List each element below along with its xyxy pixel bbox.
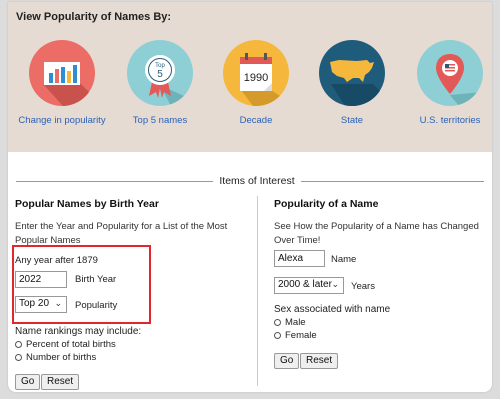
divider-line xyxy=(301,181,484,182)
name-reset-button[interactable]: Reset xyxy=(300,353,339,369)
items-of-interest-header: Items of Interest xyxy=(8,172,492,192)
years-select[interactable]: 2000 & later ⌄ xyxy=(274,277,344,294)
name-go-button[interactable]: Go xyxy=(274,353,300,369)
popularity-of-name-description: See How the Popularity of a Name has Cha… xyxy=(274,221,479,246)
category-label[interactable]: State xyxy=(304,115,400,126)
category-change-in-popularity[interactable]: Change in popularity xyxy=(14,40,110,126)
divider-line xyxy=(16,181,213,182)
sex-label: Sex associated with name xyxy=(274,304,391,315)
badge-number-text: 5 xyxy=(157,69,163,80)
chevron-down-icon: ⌄ xyxy=(331,279,339,289)
calendar-year-text: 1990 xyxy=(244,72,268,84)
birth-year-reset-button[interactable]: Reset xyxy=(41,374,80,390)
years-label: Years xyxy=(351,281,375,292)
category-decade[interactable]: 1990 Decade xyxy=(208,40,304,126)
birth-year-section: Popular Names by Birth Year Enter the Ye… xyxy=(15,198,251,248)
popularity-selected-value: Top 20 xyxy=(19,298,50,309)
year-hint: Any year after 1879 xyxy=(15,255,98,266)
items-of-interest-title: Items of Interest xyxy=(219,175,295,187)
option-female[interactable]: Female xyxy=(274,330,317,341)
top5-badge-icon: Top 5 xyxy=(127,40,193,106)
radio-icon[interactable] xyxy=(15,340,22,348)
birth-year-label: Birth Year xyxy=(75,274,117,285)
popularity-of-name-title: Popularity of a Name xyxy=(274,198,379,210)
popularity-label: Popularity xyxy=(75,300,118,311)
chevron-down-icon: ⌄ xyxy=(54,298,62,308)
bar-chart-icon xyxy=(29,40,95,106)
radio-icon[interactable] xyxy=(274,318,281,326)
option-number-of-births[interactable]: Number of births xyxy=(15,352,96,363)
category-us-territories[interactable]: U.S. territories xyxy=(402,40,492,126)
name-label: Name xyxy=(331,254,357,265)
category-top-5-names[interactable]: Top 5 Top 5 names xyxy=(112,40,208,126)
category-label[interactable]: Top 5 names xyxy=(112,115,208,126)
usa-map-icon xyxy=(319,40,385,106)
birth-year-go-button[interactable]: Go xyxy=(15,374,41,390)
map-pin-icon xyxy=(417,40,483,106)
category-label[interactable]: Decade xyxy=(208,115,304,126)
birth-year-title: Popular Names by Birth Year xyxy=(15,198,159,210)
view-popularity-panel: View Popularity of Names By: Change in p… xyxy=(8,2,492,152)
years-selected-value: 2000 & later xyxy=(278,279,332,290)
column-divider xyxy=(257,196,258,386)
option-percent-total-births[interactable]: Percent of total births xyxy=(15,339,116,350)
popularity-select[interactable]: Top 20 ⌄ xyxy=(15,296,67,313)
category-label[interactable]: U.S. territories xyxy=(402,115,492,126)
option-male[interactable]: Male xyxy=(274,317,306,328)
category-label[interactable]: Change in popularity xyxy=(14,115,110,126)
category-state[interactable]: State xyxy=(304,40,400,126)
page-frame: View Popularity of Names By: Change in p… xyxy=(8,2,492,392)
view-popularity-title: View Popularity of Names By: xyxy=(16,11,172,23)
birth-year-input[interactable] xyxy=(15,271,67,288)
radio-icon[interactable] xyxy=(274,331,281,339)
calendar-icon: 1990 xyxy=(223,40,289,106)
birth-year-description: Enter the Year and Popularity for a List… xyxy=(15,221,228,246)
rankings-label: Name rankings may include: xyxy=(15,326,142,337)
radio-icon[interactable] xyxy=(15,353,22,361)
popularity-of-name-section: Popularity of a Name See How the Popular… xyxy=(274,198,488,248)
name-input[interactable] xyxy=(274,250,325,267)
